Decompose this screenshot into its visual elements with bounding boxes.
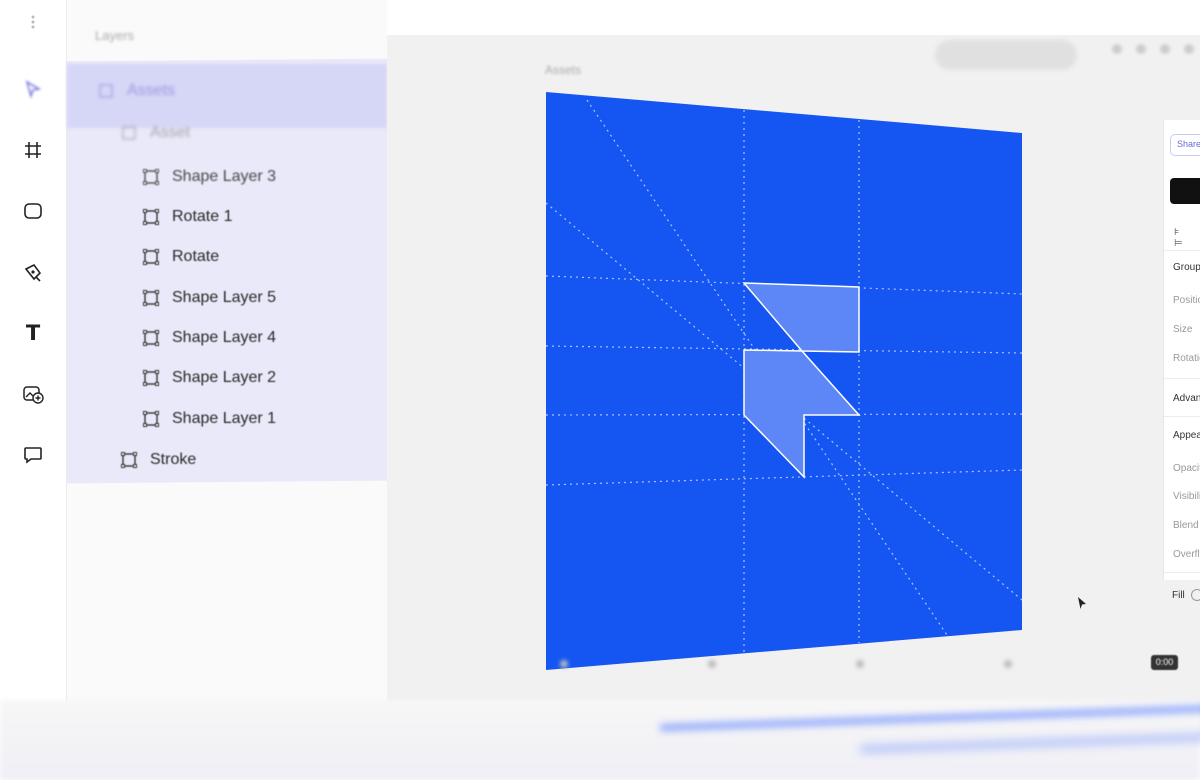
divider — [1164, 378, 1200, 379]
frame-layer-icon — [97, 82, 115, 100]
top-toolbar-icons — [1112, 44, 1194, 54]
visibility-label: Visibility — [1173, 491, 1200, 502]
timeline-markers — [560, 660, 1012, 668]
timeline-marker-icon[interactable] — [1004, 660, 1012, 668]
artboard-graphic — [545, 92, 1023, 670]
toolbar-dot-icon[interactable] — [1136, 44, 1146, 54]
layer-row-rotate-1[interactable]: Rotate 1 — [142, 202, 232, 232]
shape-layer-icon — [142, 208, 160, 226]
frame-icon[interactable] — [19, 136, 47, 164]
pen-icon[interactable] — [19, 258, 47, 286]
layer-name: Asset — [150, 124, 191, 141]
timeline-marker-icon[interactable] — [708, 660, 716, 668]
select-icon[interactable] — [19, 75, 47, 103]
shape-layer-icon — [142, 410, 160, 428]
blend-mode-label: Blend mode — [1173, 520, 1200, 531]
appearance-section-title: Appearance — [1173, 430, 1200, 441]
advanced-section-title[interactable]: Advanced — [1173, 393, 1200, 404]
timeline-time-tag[interactable]: 0:00 — [1151, 655, 1178, 670]
layer-name: Assets — [127, 82, 176, 99]
shape-layer-icon — [142, 329, 160, 347]
layer-name: Rotate 1 — [172, 208, 233, 225]
layers-panel: Layers Assets Asset Shape Layer 3 Rotate… — [67, 0, 387, 780]
color-swatch[interactable] — [1170, 178, 1200, 204]
text-icon[interactable]: T — [19, 319, 47, 347]
position-label: Position — [1173, 295, 1200, 306]
top-toolbar-pill — [935, 40, 1077, 70]
layer-name: Shape Layer 5 — [172, 289, 277, 306]
layer-row-rotate[interactable]: Rotate — [142, 242, 219, 272]
layer-name: Rotate — [172, 248, 220, 265]
timeline-marker-icon[interactable] — [560, 660, 568, 668]
shape-layer-icon — [142, 168, 160, 186]
overflow-label: Overflow — [1173, 549, 1200, 560]
layer-row-shape-layer-1[interactable]: Shape Layer 1 — [142, 404, 276, 434]
shape-layer-icon — [142, 289, 160, 307]
layer-row-assets[interactable]: Assets — [97, 76, 175, 106]
group-section-title: Group — [1173, 262, 1200, 273]
layer-row-asset[interactable]: Asset — [120, 118, 190, 148]
size-label: Size — [1173, 324, 1193, 335]
properties-panel: Share ⊧ ⊨ Group Position Size Rotation A… — [1163, 120, 1200, 580]
canvas[interactable]: Assets — [387, 35, 1200, 735]
shape-layer-icon — [120, 451, 138, 469]
rotation-label: Rotation — [1173, 353, 1200, 364]
timeline-marker-icon[interactable] — [856, 660, 864, 668]
layers-panel-title: Layers — [95, 28, 135, 43]
fill-help-icon[interactable] — [1191, 589, 1200, 601]
layer-name: Shape Layer 3 — [172, 168, 277, 185]
shape-layer-icon — [142, 248, 160, 266]
artboard[interactable] — [537, 85, 1027, 675]
tool-rail: T — [0, 0, 67, 780]
layer-name: Shape Layer 2 — [172, 369, 277, 386]
toolbar-dot-icon[interactable] — [1184, 44, 1194, 54]
toolbar-dot-icon[interactable] — [1112, 44, 1122, 54]
layer-name: Stroke — [150, 451, 197, 468]
text-tool-glyph: T — [25, 320, 41, 345]
frame-layer-icon — [120, 124, 138, 142]
layer-row-shape-layer-4[interactable]: Shape Layer 4 — [142, 323, 276, 353]
menu-icon[interactable] — [19, 8, 47, 36]
layer-name: Shape Layer 4 — [172, 329, 277, 346]
toolbar-dot-icon[interactable] — [1160, 44, 1170, 54]
layer-name: Shape Layer 1 — [172, 410, 277, 427]
opacity-label: Opacity — [1173, 463, 1200, 474]
layer-row-shape-layer-2[interactable]: Shape Layer 2 — [142, 363, 276, 393]
layer-row-stroke[interactable]: Stroke — [120, 445, 196, 475]
divider — [1164, 416, 1200, 417]
share-button[interactable]: Share — [1170, 134, 1200, 156]
rectangle-icon[interactable] — [19, 197, 47, 225]
divider — [1164, 572, 1200, 573]
mouse-cursor-icon — [1078, 597, 1086, 609]
layer-row-shape-layer-3[interactable]: Shape Layer 3 — [142, 162, 276, 192]
align-controls[interactable]: ⊧ ⊨ — [1174, 227, 1200, 249]
comment-icon[interactable] — [19, 441, 47, 469]
layer-row-shape-layer-5[interactable]: Shape Layer 5 — [142, 283, 276, 313]
divider — [1164, 250, 1200, 251]
fill-section-title: Fill — [1172, 590, 1185, 601]
shape-layer-icon — [142, 369, 160, 387]
frame-label: Assets — [545, 63, 582, 77]
add-image-icon[interactable] — [19, 380, 47, 408]
